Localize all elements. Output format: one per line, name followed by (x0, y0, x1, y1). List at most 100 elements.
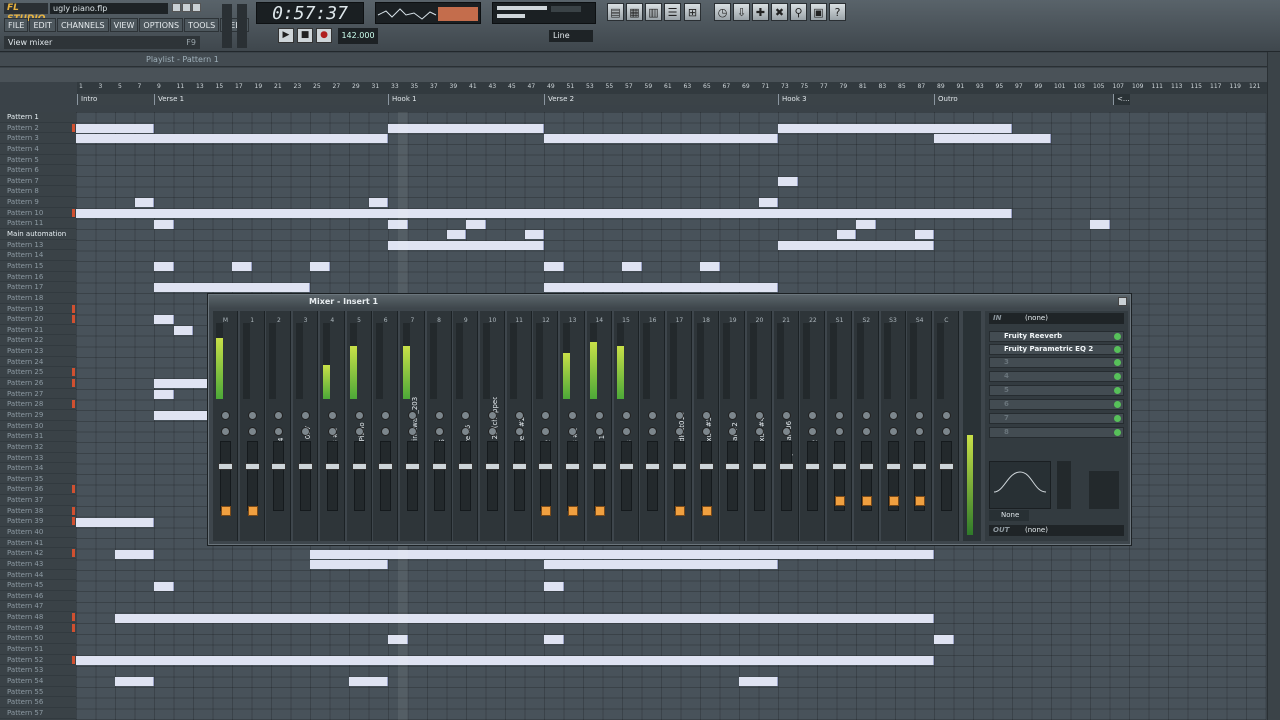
volume-fader[interactable] (754, 441, 765, 511)
fx-slot-4-led[interactable] (1114, 373, 1121, 380)
route-indicator-icon[interactable] (247, 506, 258, 516)
fx-slot-5[interactable]: 5 (989, 385, 1124, 396)
mixer-strip[interactable]: 22Insert 22 (800, 311, 826, 541)
fx-slot-3[interactable]: 3 (989, 357, 1124, 368)
fx-slot-6[interactable]: 6 (989, 399, 1124, 410)
menu-tools[interactable]: TOOLS (184, 18, 220, 32)
input-select[interactable]: (none) (989, 313, 1124, 324)
send-indicator-icon[interactable] (835, 496, 846, 506)
mixer-strip[interactable]: 13Colossus #2 (560, 311, 586, 541)
pattern-clip[interactable] (700, 262, 720, 272)
stereo-knob[interactable] (701, 427, 711, 436)
track-name[interactable]: Pattern 27 (0, 389, 76, 400)
mixer-close-button[interactable] (1118, 297, 1127, 306)
pattern-clip[interactable] (310, 262, 330, 272)
mixer-strip[interactable]: 15Colossus (613, 311, 639, 541)
fader-cap[interactable] (218, 463, 233, 470)
track-name[interactable]: Pattern 24 (0, 357, 76, 368)
send-indicator-icon[interactable] (888, 496, 899, 506)
track-name[interactable]: Pattern 53 (0, 665, 76, 676)
stereo-knob[interactable] (861, 427, 871, 436)
mixer-strip[interactable]: 11Md. Snare 6 #2 (506, 311, 532, 541)
pattern-clip[interactable] (310, 560, 388, 570)
track-name[interactable]: Pattern 7 (0, 176, 76, 187)
pan-knob[interactable] (514, 411, 524, 420)
mixer-strip[interactable]: 12Insert 12 (533, 311, 559, 541)
track-name[interactable]: Pattern 3 (0, 133, 76, 144)
mixer-strip[interactable]: 19Orchestral #2 (720, 311, 746, 541)
fx-slot-1-led[interactable] (1114, 333, 1121, 340)
volume-fader[interactable] (326, 441, 338, 511)
pan-knob[interactable] (941, 411, 951, 420)
fader-cap[interactable] (324, 463, 340, 470)
track-name[interactable]: Pattern 44 (0, 570, 76, 581)
fader-cap[interactable] (885, 463, 901, 470)
volume-fader[interactable] (513, 441, 525, 511)
pattern-clip[interactable] (154, 262, 174, 272)
volume-fader[interactable] (460, 441, 472, 511)
track-name[interactable]: Pattern 26 (0, 378, 76, 389)
fader-cap[interactable] (591, 463, 607, 470)
mixer-strip[interactable]: 3VEC2 FX 087 (293, 311, 319, 541)
track-name[interactable]: Pattern 9 (0, 197, 76, 208)
mixer-strip[interactable]: 16FX4 (640, 311, 666, 541)
fx-slot-3-led[interactable] (1114, 359, 1121, 366)
track-name[interactable]: Pattern 51 (0, 644, 76, 655)
track-name[interactable]: Pattern 14 (0, 250, 76, 261)
help-icon[interactable]: ? (829, 3, 846, 21)
mixer-icon[interactable]: ⊞ (684, 3, 701, 21)
step-sequencer-icon[interactable]: ▦ (626, 3, 643, 21)
track-name[interactable]: Pattern 2 (0, 123, 76, 134)
mixer-strip[interactable]: 9Md. Snare 26 (453, 311, 479, 541)
pattern-clip[interactable] (349, 677, 388, 687)
pattern-clip[interactable] (232, 262, 252, 272)
pattern-clip[interactable] (544, 134, 778, 144)
track-name[interactable]: Pattern 55 (0, 687, 76, 698)
volume-fader[interactable] (780, 441, 792, 511)
stereo-knob[interactable] (888, 427, 898, 436)
pan-knob[interactable] (488, 411, 497, 420)
export-icon[interactable]: ⇩ (733, 3, 750, 21)
pattern-clip[interactable] (154, 379, 213, 389)
pattern-clip[interactable] (115, 549, 154, 559)
marker-verse-2[interactable]: Verse 2 (544, 94, 574, 105)
pan-knob[interactable] (621, 411, 631, 420)
volume-fader[interactable] (647, 441, 659, 511)
stereo-knob[interactable] (755, 427, 764, 436)
stereo-knob[interactable] (674, 427, 684, 436)
track-name[interactable]: Pattern 33 (0, 453, 76, 464)
send-indicator-icon[interactable] (915, 496, 926, 506)
stereo-knob[interactable] (621, 427, 631, 436)
track-name[interactable]: Pattern 42 (0, 548, 76, 559)
route-indicator-icon[interactable] (594, 506, 605, 516)
track-name[interactable]: Pattern 23 (0, 346, 76, 357)
fader-cap[interactable] (645, 463, 661, 470)
volume-fader[interactable] (540, 441, 552, 511)
pattern-clip[interactable] (544, 283, 778, 293)
fx-slot-2-led[interactable] (1114, 346, 1121, 353)
fx-slot-8-led[interactable] (1114, 429, 1121, 436)
volume-fader[interactable] (487, 441, 498, 511)
fader-cap[interactable] (618, 463, 634, 470)
mixer-strip[interactable]: 17ADClosedHat019 (666, 311, 692, 541)
pattern-clip[interactable] (154, 283, 310, 293)
send-indicator-icon[interactable] (861, 496, 872, 506)
volume-fader[interactable] (673, 441, 685, 511)
track-name[interactable]: Pattern 15 (0, 261, 76, 272)
volume-fader[interactable] (807, 441, 819, 511)
track-name[interactable]: Pattern 57 (0, 708, 76, 719)
pattern-clip[interactable] (76, 208, 1012, 218)
stereo-separation-slider[interactable] (1089, 471, 1119, 509)
mixer-strip[interactable]: 20nePX Nexus #4 (747, 311, 772, 541)
track-name[interactable]: Main automation (0, 229, 76, 240)
track-name[interactable]: Pattern 46 (0, 591, 76, 602)
pan-knob[interactable] (434, 411, 444, 420)
tempo-tap-icon[interactable]: ◷ (714, 3, 731, 21)
track-name[interactable]: Pattern 25 (0, 367, 76, 379)
mixer-line-select[interactable]: Line (549, 30, 593, 42)
eq-curve-display[interactable] (989, 461, 1051, 509)
save-icon[interactable]: ▣ (810, 3, 827, 21)
volume-fader[interactable] (700, 441, 712, 511)
search-icon[interactable]: ⚲ (790, 3, 807, 21)
pan-knob[interactable] (407, 411, 417, 420)
